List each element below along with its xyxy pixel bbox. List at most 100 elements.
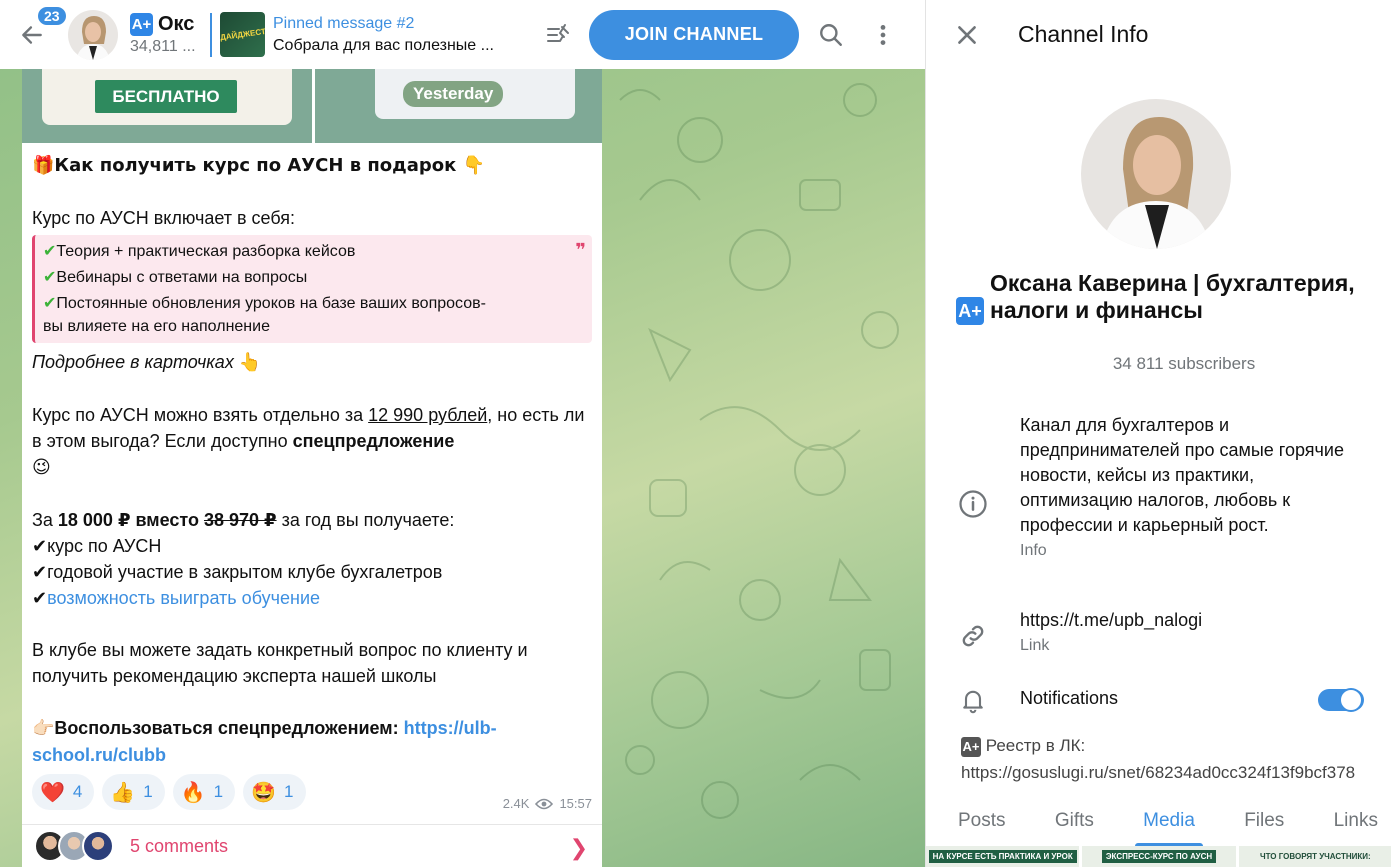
reaction-emoji: 🤩: [251, 780, 277, 804]
check-icon: ✔: [43, 243, 57, 260]
list-item: ✔годовой участие в закрытом клубе бухгал…: [32, 562, 443, 582]
channel-name: Оксана Каверина | бухгалтерия, налоги и …: [990, 270, 1355, 323]
link-icon: [962, 625, 984, 647]
info-header: Channel Info: [926, 0, 1391, 69]
post-media-image[interactable]: Yesterday: [315, 69, 602, 143]
quote-line: вы влияете на его наполнение: [43, 318, 270, 335]
channel-avatar[interactable]: [68, 9, 118, 60]
media-thumbnail-caption: ЧТО ГОВОРЯТ УЧАСТНИКИ:: [1259, 852, 1371, 861]
a-plus-icon: A+: [130, 13, 153, 36]
bell-icon: [963, 690, 983, 714]
tab-files[interactable]: Files: [1244, 796, 1284, 846]
subscribers-count: 34 811 subscribers: [1112, 354, 1256, 373]
chat-header: 23 A+ Окс 34,811 ... ДАЙДЖЕСТ Pinned mes…: [0, 0, 925, 69]
reaction-chip[interactable]: 🤩 1: [243, 774, 306, 810]
eye-icon: [535, 798, 554, 809]
channel-profile-photo[interactable]: [1081, 99, 1231, 249]
registry-url[interactable]: https://gosuslugi.ru/snet/68234ad0cc324f…: [961, 763, 1355, 782]
profile-tabs: Posts Gifts Media Files Links: [926, 796, 1391, 846]
search-button[interactable]: [805, 9, 857, 61]
pointing-right-emoji: 👉🏻: [32, 718, 55, 739]
chat-area: 23 A+ Окс 34,811 ... ДАЙДЖЕСТ Pinned mes…: [0, 0, 925, 867]
quote-line: ✔Теория + практическая разборка кейсов: [43, 243, 356, 260]
registry-label: Реестр в ЛК:: [985, 736, 1086, 755]
check-icon: ✔: [43, 269, 57, 286]
reaction-emoji: ❤️: [40, 780, 65, 804]
text-link[interactable]: возможность выиграть обучение: [47, 588, 320, 608]
post-media-image[interactable]: БЕСПЛАТНО: [22, 69, 312, 143]
media-thumbnail-caption: НА КУРСЕ ЕСТЬ ПРАКТИКА И УРОК: [928, 850, 1077, 863]
reaction-count: 1: [284, 782, 294, 801]
post-text: 🎁Как получить курс по АУСН в подарок 👇 К…: [22, 143, 602, 768]
link-label: Link: [1020, 637, 1050, 654]
pinned-message-title: Pinned message #2: [273, 14, 415, 32]
comments-button[interactable]: 5 comments ❯: [22, 824, 602, 867]
views-count: 2.4K: [502, 796, 530, 811]
pinned-message-text: Собрала для вас полезные ...: [273, 36, 494, 54]
avatar-photo: [1081, 99, 1231, 249]
unread-badge: 23: [36, 5, 68, 27]
media-thumbnail[interactable]: ЭКСПРЕСС-КУРС ПО АУСН: [1082, 846, 1236, 867]
check-icon: ✔: [32, 588, 48, 608]
tab-links[interactable]: Links: [1334, 796, 1378, 846]
post-line: Курс по АУСН включает в себя:: [32, 208, 296, 228]
tab-gifts[interactable]: Gifts: [1055, 796, 1094, 846]
chevron-right-icon: ❯: [569, 835, 588, 860]
subscribers-count: 34,811 ...: [130, 38, 196, 55]
channel-info-panel: Channel Info A+ Оксана Каверина | бухгал…: [925, 0, 1391, 867]
info-icon-wrap: [926, 413, 1020, 560]
reaction-chip[interactable]: ❤️ 4: [32, 774, 95, 810]
tab-media[interactable]: Media: [1135, 796, 1203, 846]
price-text: 12 990 рублей: [368, 405, 488, 425]
pinned-list-button[interactable]: [543, 20, 573, 50]
post-line: Подробнее в карточках 👆: [32, 352, 262, 373]
commenter-avatars: [34, 830, 114, 862]
reaction-emoji: 👍: [110, 780, 136, 804]
reaction-chip[interactable]: 🔥 1: [172, 774, 236, 810]
reaction-count: 1: [143, 782, 153, 801]
post-paragraph: За 18 000 ₽ вместо 38 970 ₽ за год вы по…: [32, 510, 455, 530]
reaction-count: 1: [213, 782, 224, 801]
info-description-row[interactable]: Канал для бухгалтеров и предпринимателей…: [926, 413, 1391, 560]
post-time: 15:57: [559, 796, 592, 811]
check-icon: ✔: [32, 536, 48, 556]
reaction-chip[interactable]: 👍 1: [102, 774, 165, 810]
pinned-message-thumbnail[interactable]: ДАЙДЖЕСТ: [220, 12, 265, 57]
tab-posts[interactable]: Posts: [958, 796, 1006, 846]
a-plus-icon: A+: [956, 297, 984, 325]
notifications-label: Notifications: [1020, 688, 1119, 708]
post-heading: 🎁Как получить курс по АУСН в подарок 👇: [32, 155, 486, 176]
close-icon[interactable]: [954, 22, 980, 48]
media-free-label: БЕСПЛАТНО: [95, 80, 237, 113]
join-channel-button[interactable]: JOIN CHANNEL: [589, 9, 799, 60]
quote-line: ✔Постоянные обновления уроков на базе ва…: [43, 295, 486, 312]
post-paragraph: Курс по АУСН можно взять отдельно за 12 …: [32, 405, 585, 478]
media-thumbnail[interactable]: ЧТО ГОВОРЯТ УЧАСТНИКИ:: [1238, 846, 1391, 867]
post-cta: 👉🏻Воспользоваться спецпредложением: http…: [32, 718, 497, 765]
channel-title-block[interactable]: A+ Окс 34,811 ...: [130, 13, 202, 56]
media-thumbnail-caption: ЭКСПРЕСС-КУРС ПО АУСН: [1101, 850, 1217, 863]
check-icon: ✔: [43, 295, 57, 312]
avatar: [82, 830, 114, 862]
check-icon: ✔: [32, 562, 48, 582]
pinned-divider: [210, 12, 212, 57]
back-button[interactable]: 23: [0, 0, 68, 69]
avatar-photo: [68, 9, 118, 60]
bell-icon-wrap: [926, 686, 1020, 714]
media-thumbnails: НА КУРСЕ ЕСТЬ ПРАКТИКА И УРОК ЭКСПРЕСС-КУ…: [926, 846, 1391, 867]
channel-link: https://t.me/upb_nalogi: [1020, 610, 1203, 630]
reaction-count: 4: [72, 782, 83, 801]
post-meta: 2.4K 15:57: [503, 796, 592, 811]
quote-icon: ❞: [575, 240, 586, 260]
more-menu-button[interactable]: [857, 9, 909, 61]
registry-info: A+ Реестр в ЛК: https://gosuslugi.ru/sne…: [961, 732, 1355, 786]
more-vertical-icon: [880, 24, 886, 45]
media-thumbnail[interactable]: НА КУРСЕ ЕСТЬ ПРАКТИКА И УРОК: [926, 846, 1080, 867]
info-link-row[interactable]: https://t.me/upb_nalogi Link: [926, 608, 1391, 655]
info-title: Channel Info: [1018, 21, 1149, 47]
notifications-toggle[interactable]: [1318, 688, 1364, 712]
info-icon: [959, 490, 987, 518]
pinned-message[interactable]: Pinned message #2 Собрала для вас полезн…: [273, 15, 533, 55]
comments-count: 5 comments: [130, 835, 229, 856]
description-label: Info: [1020, 542, 1047, 559]
